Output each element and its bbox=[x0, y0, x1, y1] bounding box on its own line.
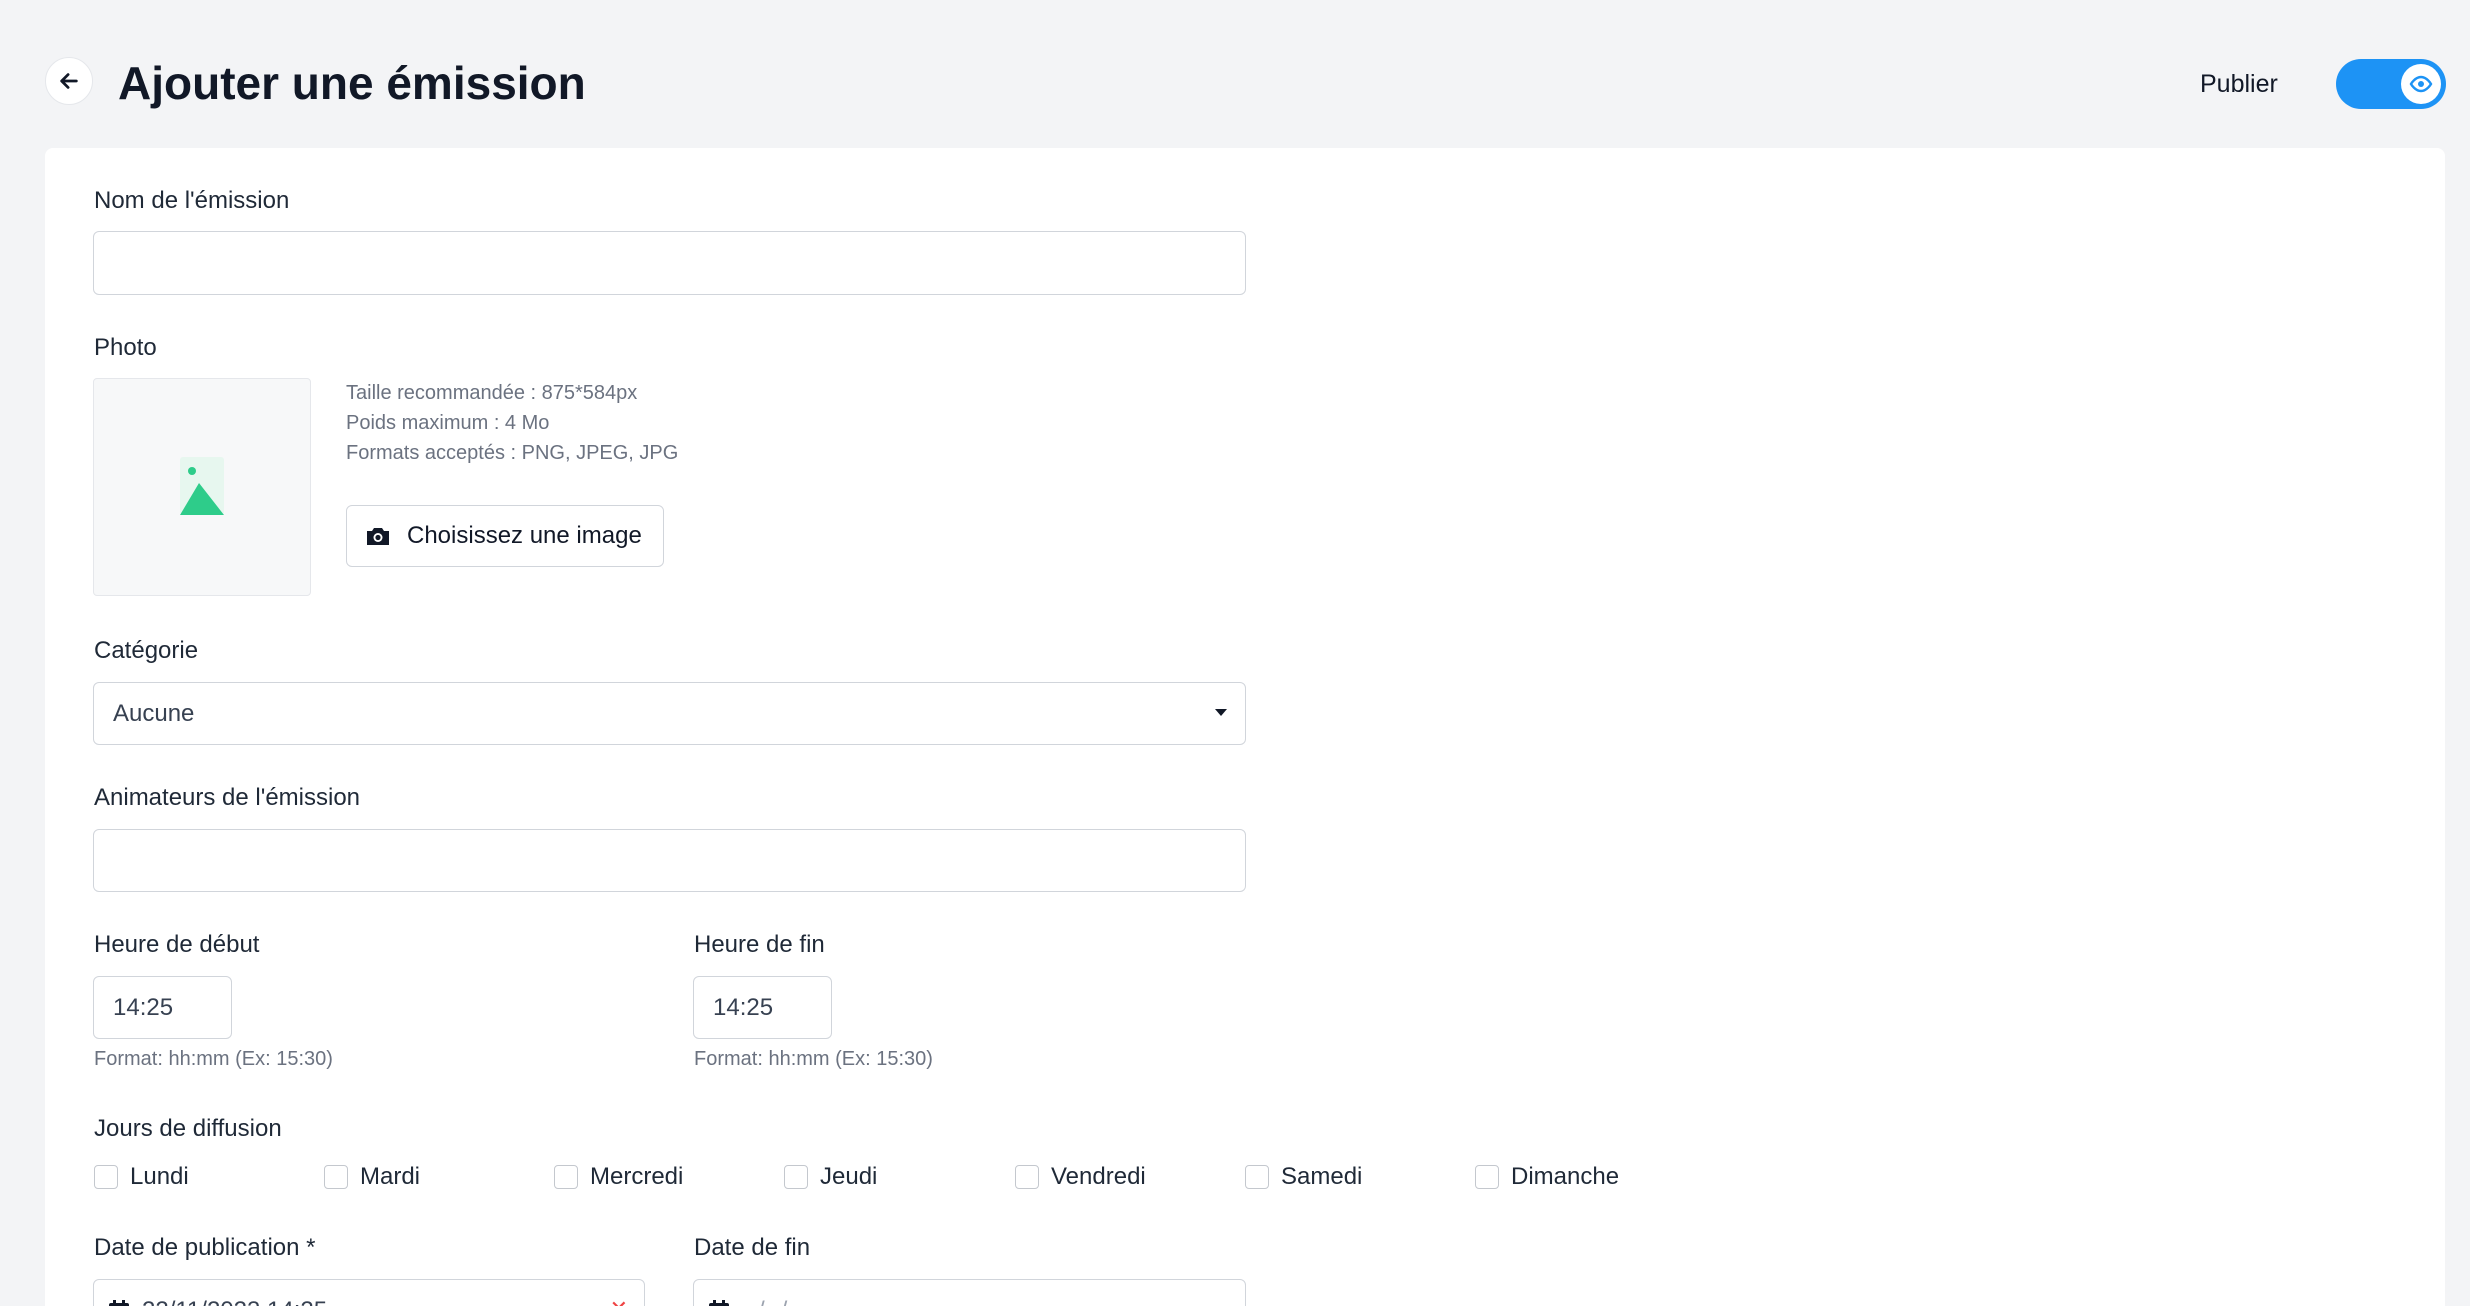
end-time-input[interactable]: 14:25 bbox=[693, 976, 832, 1039]
days-label: Jours de diffusion bbox=[94, 1115, 282, 1142]
end-date-placeholder: --/--/---- bbox=[742, 1297, 819, 1306]
calendar-icon bbox=[109, 1299, 129, 1306]
day-checkbox-samedi[interactable]: Samedi bbox=[1245, 1162, 1362, 1192]
photo-label: Photo bbox=[94, 334, 157, 361]
eye-icon bbox=[2409, 75, 2433, 93]
category-selected: Aucune bbox=[113, 699, 195, 727]
photo-hints: Taille recommandée : 875*584px Poids max… bbox=[346, 378, 678, 468]
choose-image-label: Choisissez une image bbox=[407, 522, 642, 549]
image-placeholder-icon bbox=[180, 457, 224, 515]
checkbox[interactable] bbox=[94, 1165, 118, 1189]
clear-icon[interactable]: ✕ bbox=[610, 1296, 628, 1306]
name-label: Nom de l'émission bbox=[94, 187, 290, 214]
back-button[interactable] bbox=[45, 57, 93, 105]
day-label: Vendredi bbox=[1051, 1163, 1146, 1190]
category-label: Catégorie bbox=[94, 637, 199, 664]
publish-toggle[interactable] bbox=[2336, 59, 2446, 109]
end-time-hint: Format: hh:mm (Ex: 15:30) bbox=[694, 1048, 933, 1070]
day-checkbox-mardi[interactable]: Mardi bbox=[324, 1162, 420, 1192]
page-title: Ajouter une émission bbox=[118, 57, 586, 109]
end-date-label: Date de fin bbox=[694, 1234, 811, 1261]
photo-hint-formats: Formats acceptés : PNG, JPEG, JPG bbox=[346, 442, 679, 464]
day-label: Samedi bbox=[1281, 1163, 1363, 1190]
calendar-icon bbox=[709, 1299, 729, 1306]
category-select[interactable]: Aucune bbox=[93, 682, 1246, 745]
start-time-label: Heure de début bbox=[94, 931, 260, 958]
day-checkbox-jeudi[interactable]: Jeudi bbox=[784, 1162, 877, 1192]
camera-icon bbox=[367, 528, 389, 545]
end-date-input[interactable]: --/--/---- bbox=[693, 1279, 1246, 1306]
day-label: Mercredi bbox=[590, 1163, 684, 1190]
day-checkbox-mercredi[interactable]: Mercredi bbox=[554, 1162, 683, 1192]
publication-date-label: Date de publication * bbox=[94, 1234, 316, 1261]
hosts-input[interactable] bbox=[93, 829, 1246, 892]
photo-preview[interactable] bbox=[93, 378, 311, 596]
arrow-left-icon bbox=[60, 73, 78, 89]
chevron-down-icon bbox=[1215, 709, 1227, 716]
day-label: Jeudi bbox=[820, 1163, 878, 1190]
publication-date-input[interactable]: 22/11/2023 14:25 ✕ bbox=[93, 1279, 645, 1306]
checkbox[interactable] bbox=[1475, 1165, 1499, 1189]
day-checkbox-lundi[interactable]: Lundi bbox=[94, 1162, 189, 1192]
publication-date-value: 22/11/2023 14:25 bbox=[142, 1297, 327, 1306]
toggle-knob bbox=[2401, 64, 2441, 104]
checkbox[interactable] bbox=[324, 1165, 348, 1189]
photo-hint-size: Taille recommandée : 875*584px bbox=[346, 382, 638, 404]
day-checkbox-vendredi[interactable]: Vendredi bbox=[1015, 1162, 1146, 1192]
publish-label: Publier bbox=[2200, 70, 2278, 98]
page-header: Ajouter une émission Publier bbox=[0, 0, 2470, 150]
checkbox[interactable] bbox=[784, 1165, 808, 1189]
start-time-hint: Format: hh:mm (Ex: 15:30) bbox=[94, 1048, 333, 1070]
day-label: Lundi bbox=[130, 1163, 189, 1190]
photo-hint-weight: Poids maximum : 4 Mo bbox=[346, 412, 550, 434]
checkbox[interactable] bbox=[1245, 1165, 1269, 1189]
day-label: Dimanche bbox=[1511, 1163, 1620, 1190]
day-checkbox-dimanche[interactable]: Dimanche bbox=[1475, 1162, 1619, 1192]
checkbox[interactable] bbox=[1015, 1165, 1039, 1189]
name-input[interactable] bbox=[93, 231, 1246, 295]
checkbox[interactable] bbox=[554, 1165, 578, 1189]
start-time-input[interactable]: 14:25 bbox=[93, 976, 232, 1039]
hosts-label: Animateurs de l'émission bbox=[94, 784, 361, 811]
end-time-label: Heure de fin bbox=[694, 931, 825, 958]
choose-image-button[interactable]: Choisissez une image bbox=[346, 505, 664, 567]
day-label: Mardi bbox=[360, 1163, 421, 1190]
